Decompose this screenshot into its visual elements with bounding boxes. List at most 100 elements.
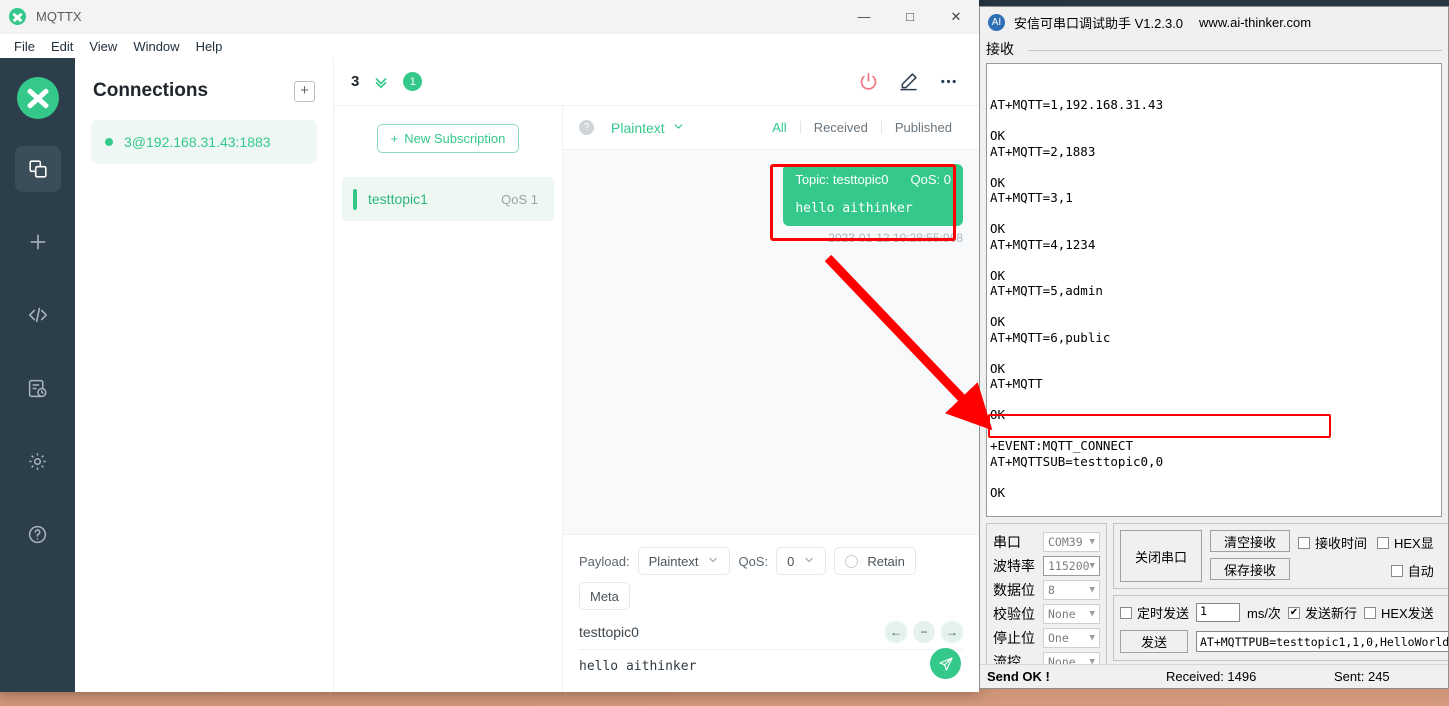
message-item: Topic: testtopic0 QoS: 0 hello aithinker… [579, 164, 963, 245]
serial-titlebar: AI 安信可串口调试助手 V1.2.3.0 www.ai-thinker.com [980, 7, 1448, 37]
mqttx-window: MQTTX — □ ✕ File Edit View Window Help [0, 0, 979, 692]
terminal-line: OK [990, 361, 1441, 377]
menu-help[interactable]: Help [188, 37, 231, 56]
retain-label: Retain [867, 554, 905, 569]
close-port-button[interactable]: 关闭串口 [1120, 530, 1202, 582]
menu-window[interactable]: Window [125, 37, 187, 56]
parity-select[interactable]: None ▼ [1043, 604, 1100, 624]
question-circle-icon[interactable]: ? [579, 120, 594, 135]
maximize-icon[interactable]: □ [887, 0, 933, 33]
send-button[interactable]: 发送 [1120, 630, 1188, 653]
menu-view[interactable]: View [81, 37, 125, 56]
terminal-line: AT+MQTTSUB=testtopic0,0 [990, 454, 1441, 470]
sidebar-item-help[interactable] [15, 511, 61, 557]
terminal-line [990, 206, 1441, 222]
meta-button[interactable]: Meta [579, 582, 630, 610]
minus-icon[interactable]: − [913, 621, 935, 643]
mqttx-menubar: File Edit View Window Help [0, 34, 979, 58]
composer-qos-select[interactable]: 0 [776, 547, 826, 575]
terminal-line: AT+MQTT=5,admin [990, 283, 1441, 299]
serial-statusbar: Send OK ! Received: 1496 Sent: 245 [980, 664, 1448, 688]
terminal-line: AT+MQTT=2,1883 [990, 144, 1441, 160]
filter-published[interactable]: Published [882, 120, 965, 135]
hex-display-checkbox[interactable]: HEX显 [1377, 533, 1434, 552]
terminal-text: AT+MQTT=1,192.168.31.43 OK AT+MQTT=2,1883… [990, 97, 1441, 517]
terminal-line: OK [990, 268, 1441, 284]
parity-label: 校验位 [993, 604, 1043, 624]
hex-send-checkbox[interactable]: HEX发送 [1364, 603, 1434, 622]
chevron-down-icon [672, 120, 685, 136]
databits-value: 8 [1048, 583, 1055, 597]
message-bubble[interactable]: Topic: testtopic0 QoS: 0 hello aithinker [783, 164, 963, 226]
terminal-line [990, 500, 1441, 516]
sidebar-item-settings[interactable] [15, 438, 61, 484]
receive-group-label: 接收 [986, 41, 1019, 57]
composer-qos-value: 0 [787, 554, 794, 569]
receive-time-label: 接收时间 [1315, 533, 1367, 552]
retain-toggle[interactable]: Retain [834, 547, 916, 575]
serial-window-title: 安信可串口调试助手 V1.2.3.0 [1014, 13, 1183, 32]
send-options-row: 定时发送 1 ms/次 ✔ 发送新行 HEX发送 [1120, 603, 1449, 622]
terminal-line: AT+MQTT [990, 376, 1441, 392]
send-newline-checkbox[interactable]: ✔ 发送新行 [1288, 603, 1357, 622]
double-chevron-down-icon[interactable] [372, 73, 390, 91]
auto-checkbox[interactable]: 自动 [1391, 561, 1434, 580]
menu-file[interactable]: File [6, 37, 43, 56]
command-input[interactable]: AT+MQTTPUB=testtopic1,1,0,HelloWorld [1196, 631, 1449, 652]
filter-all[interactable]: All [759, 120, 799, 135]
sidebar-item-scripts[interactable] [15, 292, 61, 338]
composer-payload-format-select[interactable]: Plaintext [638, 547, 731, 575]
receive-checkbox-row-1: 接收时间 HEX显 [1298, 533, 1434, 552]
status-badge: 1 [403, 72, 422, 91]
filter-received[interactable]: Received [801, 120, 881, 135]
status-dot-icon [105, 138, 113, 146]
databits-select[interactable]: 8 ▼ [1043, 580, 1100, 600]
terminal-line: AT+MQTT=1,192.168.31.43 [990, 97, 1441, 113]
timed-send-checkbox[interactable]: 定时发送 [1120, 603, 1189, 622]
baudrate-select[interactable]: 115200 ▼ [1043, 556, 1100, 576]
save-receive-button[interactable]: 保存接收 [1210, 558, 1290, 580]
new-subscription-label: New Subscription [404, 131, 505, 146]
subscription-list-item[interactable]: testtopic1 QoS 1 [342, 177, 554, 221]
qos-label: QoS: [738, 554, 768, 569]
port-label: 串口 [993, 532, 1043, 552]
receive-controls-group: 关闭串口 清空接收 保存接收 接收时间 HEX显 [1113, 523, 1449, 589]
list-item[interactable]: 3@192.168.31.43:1883 [91, 120, 317, 164]
edit-pencil-icon[interactable] [898, 71, 919, 92]
terminal-line [990, 392, 1441, 408]
connections-title: Connections [93, 80, 208, 102]
sidebar-item-connections[interactable] [15, 146, 61, 192]
minimize-icon[interactable]: — [841, 0, 887, 33]
sidebar-item-new-connection[interactable] [15, 219, 61, 265]
clear-receive-button[interactable]: 清空接收 [1210, 530, 1290, 552]
plus-square-icon[interactable]: + [294, 81, 315, 102]
serial-right-controls: 关闭串口 清空接收 保存接收 接收时间 HEX显 [1113, 523, 1449, 679]
power-disconnect-icon[interactable] [858, 71, 879, 92]
subscription-qos: QoS 1 [501, 192, 538, 207]
serial-controls: 串口 COM39 ▼ 波特率 115200 ▼ 数据位 8 ▼ [980, 517, 1448, 679]
timed-interval-input[interactable]: 1 [1196, 603, 1240, 622]
port-select[interactable]: COM39 ▼ [1043, 532, 1100, 552]
message-timestamp: 2023-01-12 10:28:55:968 [828, 231, 963, 245]
receive-time-checkbox[interactable]: 接收时间 [1298, 533, 1367, 552]
composer-topic-input[interactable]: testtopic0 [579, 624, 639, 640]
stopbits-select[interactable]: One ▼ [1043, 628, 1100, 648]
terminal-output[interactable]: AT+MQTT=1,192.168.31.43 OK AT+MQTT=2,1883… [986, 63, 1442, 517]
connection-header: 3 1 [334, 58, 979, 106]
new-subscription-button[interactable]: + New Subscription [377, 124, 519, 153]
sidebar-item-log[interactable] [15, 365, 61, 411]
baudrate-value: 115200 [1048, 559, 1090, 573]
composer-payload-input[interactable]: hello aithinker [579, 659, 963, 674]
send-paper-plane-icon[interactable] [930, 648, 961, 679]
payload-format-select[interactable]: Plaintext [611, 120, 685, 136]
menu-edit[interactable]: Edit [43, 37, 81, 56]
composer-meta-row: Meta [579, 582, 963, 610]
page-title: 3 [351, 73, 359, 90]
close-icon[interactable]: ✕ [933, 0, 979, 33]
mqttx-logo-icon [9, 8, 26, 25]
arrow-left-icon[interactable]: ← [885, 621, 907, 643]
arrow-right-icon[interactable]: → [941, 621, 963, 643]
terminal-line: +EVENT:MQTT_SUB,testtopic0,15,hello aith… [990, 516, 1441, 518]
more-dots-icon[interactable] [938, 71, 959, 92]
terminal-line: OK [990, 221, 1441, 237]
